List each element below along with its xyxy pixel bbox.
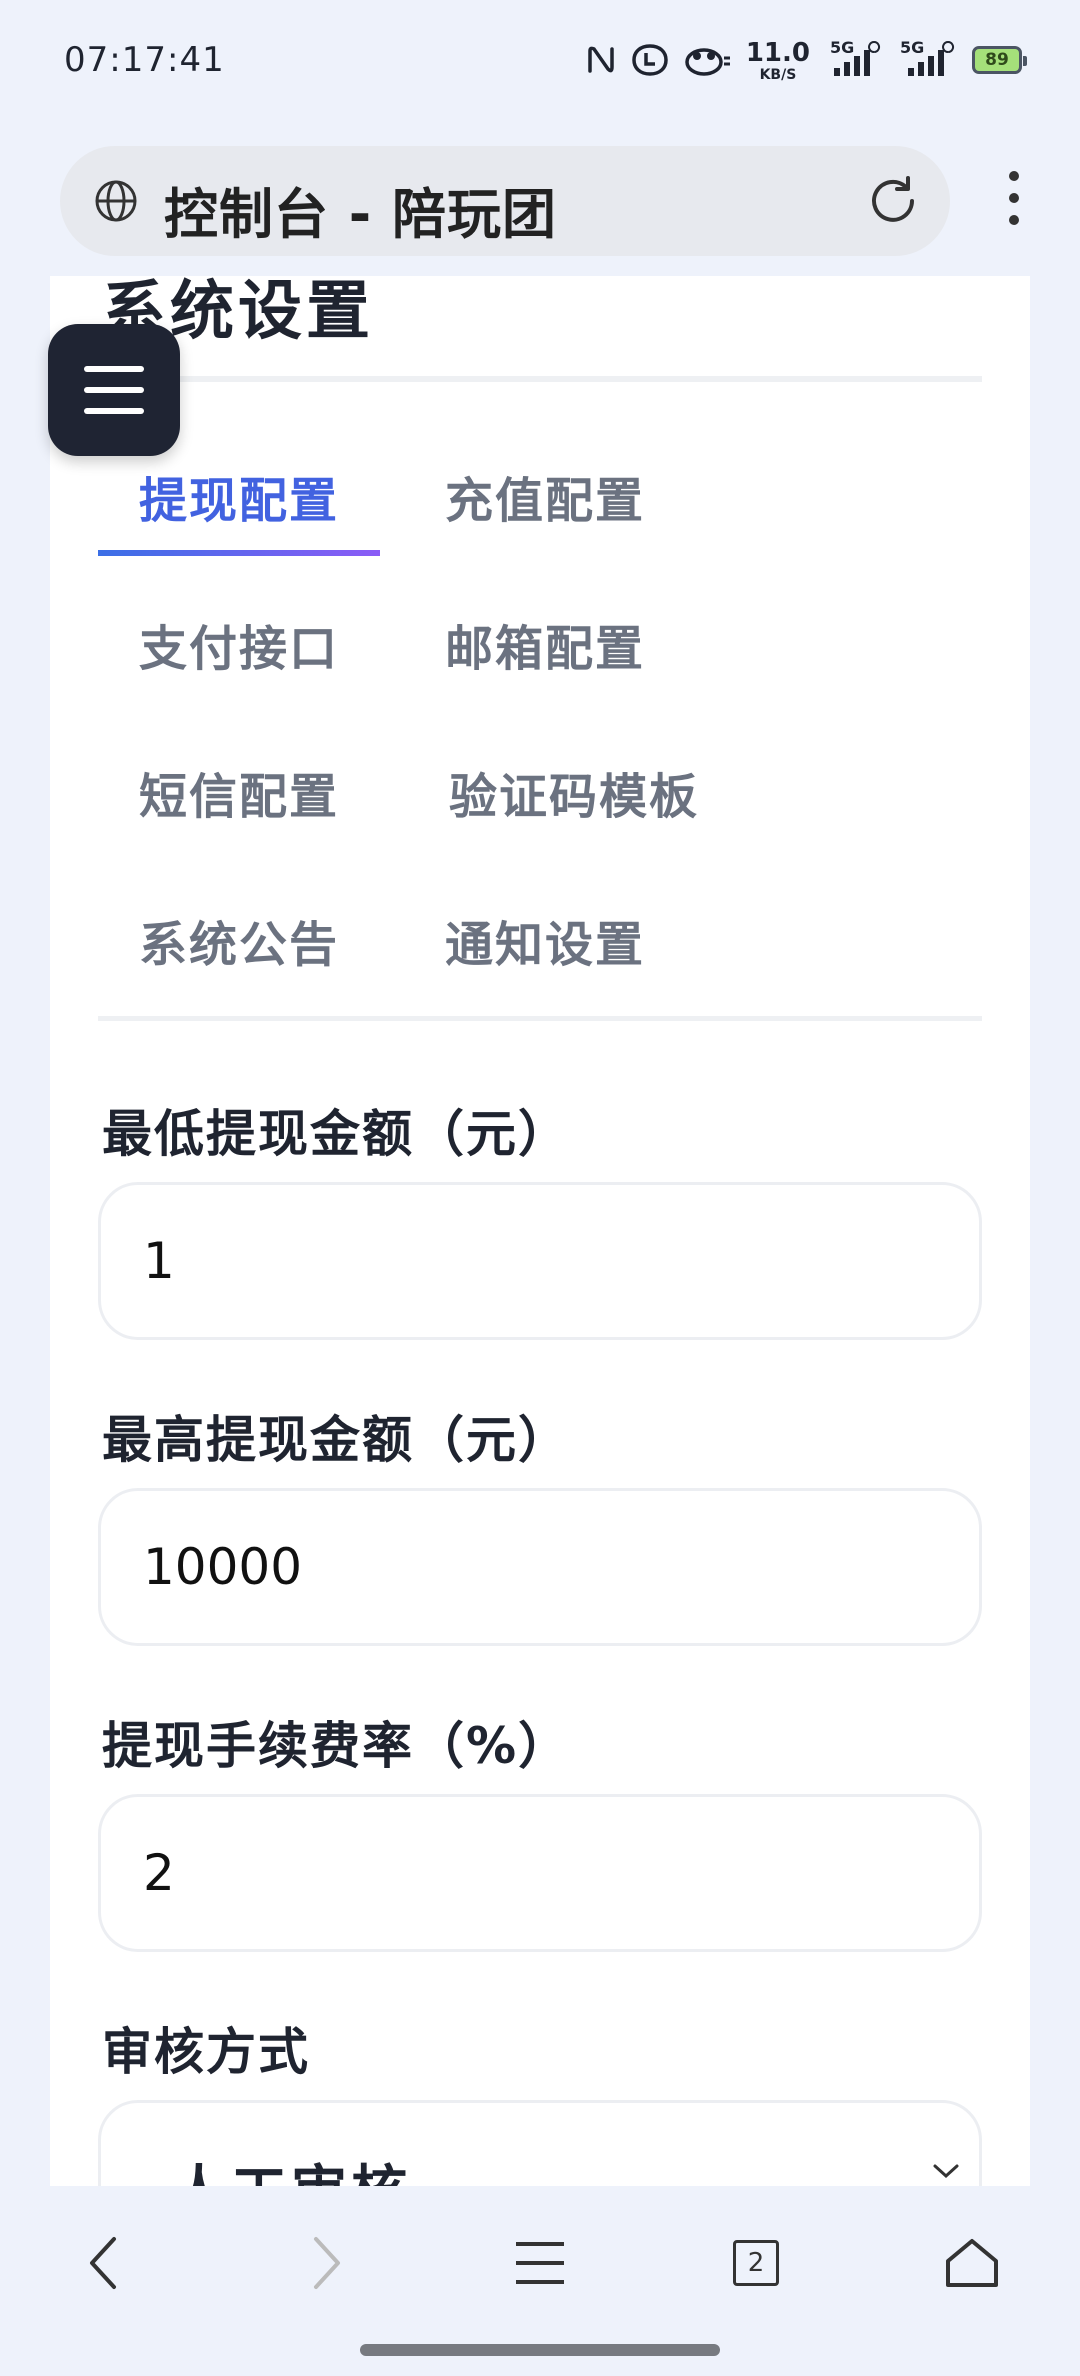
forward-button[interactable]	[286, 2228, 366, 2298]
title-divider	[98, 376, 982, 382]
net-speed: 11.0 KB/S	[745, 38, 810, 83]
reload-icon[interactable]	[866, 174, 920, 228]
more-options-icon[interactable]	[1008, 168, 1020, 228]
tabs-divider	[98, 1016, 982, 1021]
signal-icon-2: 5G	[898, 38, 958, 80]
globe-icon	[95, 180, 137, 222]
hamburger-icon	[84, 366, 144, 414]
network-type-label-2: 5G	[900, 38, 925, 57]
fee-rate-input[interactable]	[98, 1794, 982, 1952]
tab-recharge-config[interactable]: 充值配置	[404, 436, 686, 556]
browser-toolbar: 控制台 - 陪玩团	[0, 120, 1080, 276]
chevron-left-icon	[90, 2237, 116, 2289]
page-title-in-address-bar: 控制台 - 陪玩团	[164, 183, 558, 246]
status-icons: 11.0 KB/S 5G 5G 89	[586, 36, 1027, 84]
signal-icon: 5G	[824, 38, 884, 80]
status-bar: 07:17:41 11.0 KB/S 5G 5G 89	[0, 0, 1080, 120]
menu-icon	[516, 2242, 564, 2284]
min-withdraw-label: 最低提现金额（元）	[102, 1105, 570, 1163]
chevron-down-icon	[933, 2164, 959, 2179]
alarm-icon	[630, 40, 670, 80]
home-icon	[946, 2239, 998, 2287]
battery-icon: 89	[972, 40, 1027, 80]
tabs-button[interactable]: 2	[716, 2228, 796, 2298]
settings-card: 系统设置 提现配置 充值配置 支付接口 邮箱配置 短信配置 验证码模板 系统公告…	[50, 276, 1030, 2186]
home-button[interactable]	[932, 2228, 1012, 2298]
max-withdraw-input[interactable]	[98, 1488, 982, 1646]
home-indicator[interactable]	[360, 2344, 720, 2356]
browser-bottom-nav: 2	[0, 2186, 1080, 2376]
fee-rate-label: 提现手续费率（%）	[102, 1717, 571, 1775]
tab-email-config[interactable]: 邮箱配置	[404, 584, 686, 704]
app-notification-icon	[684, 40, 732, 80]
network-type-label: 5G	[830, 38, 855, 57]
chevron-right-icon	[314, 2237, 340, 2289]
net-speed-unit: KB/S	[759, 67, 797, 83]
tab-notification-settings[interactable]: 通知设置	[404, 880, 686, 1000]
menu-button[interactable]	[500, 2228, 580, 2298]
min-withdraw-input[interactable]	[98, 1182, 982, 1340]
tab-system-announcement[interactable]: 系统公告	[98, 880, 380, 1000]
tab-count: 2	[733, 2240, 779, 2286]
back-button[interactable]	[64, 2228, 144, 2298]
battery-level: 89	[972, 46, 1027, 74]
tab-captcha-template[interactable]: 验证码模板	[404, 732, 744, 852]
nfc-icon	[586, 40, 616, 80]
tab-sms-config[interactable]: 短信配置	[98, 732, 380, 852]
status-time: 07:17:41	[64, 40, 225, 80]
tab-payment-interface[interactable]: 支付接口	[98, 584, 380, 704]
review-method-label: 审核方式	[102, 2023, 310, 2081]
max-withdraw-label: 最高提现金额（元）	[102, 1411, 570, 1469]
review-method-select[interactable]: 人工审核	[98, 2100, 982, 2186]
review-method-value: 人工审核	[171, 2147, 411, 2186]
menu-toggle-button[interactable]	[48, 324, 180, 456]
address-bar[interactable]: 控制台 - 陪玩团	[60, 146, 950, 256]
net-speed-value: 11.0	[745, 38, 810, 68]
